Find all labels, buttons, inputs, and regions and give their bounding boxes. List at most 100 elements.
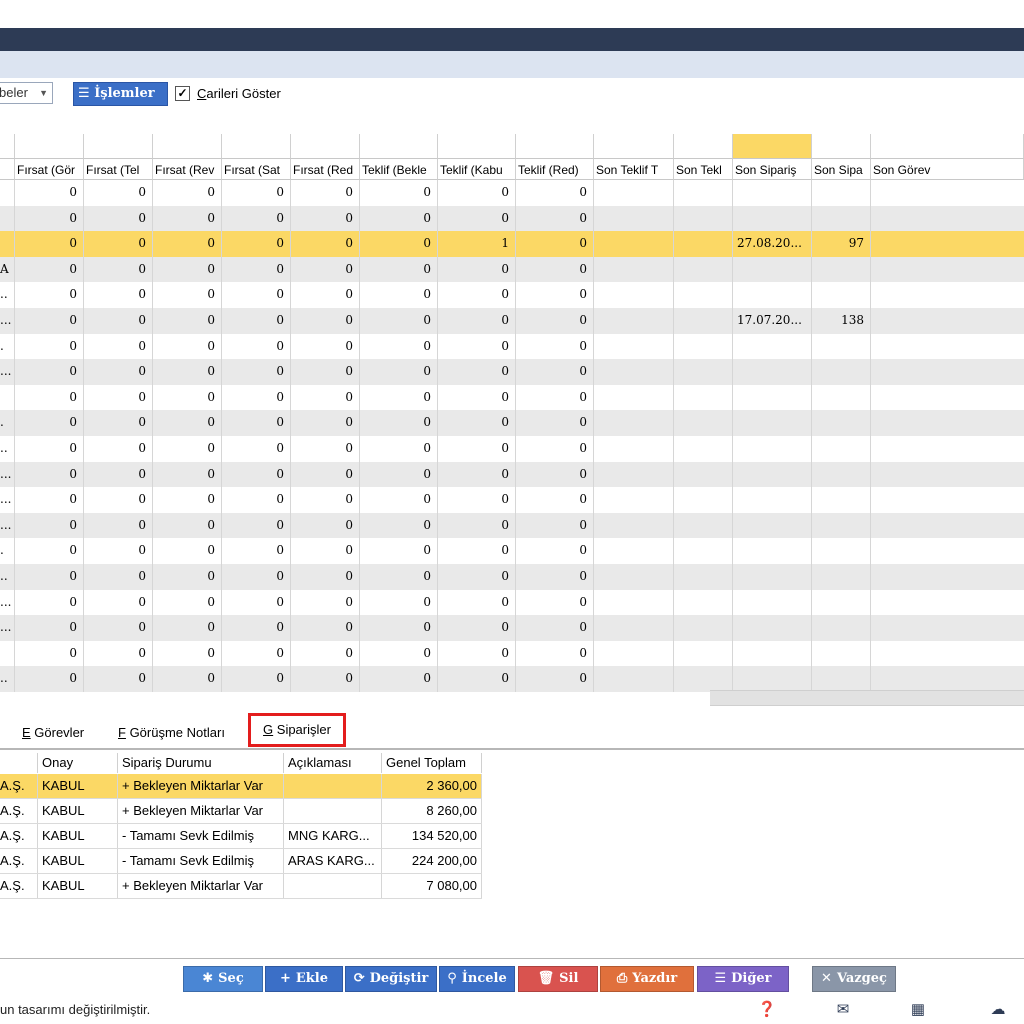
column-header[interactable]: Teklif (Kabu xyxy=(438,158,516,180)
column-header[interactable]: Son Görev xyxy=(871,158,1024,180)
orders-header[interactable]: Onay xyxy=(38,753,118,773)
filter-combo[interactable]: beler ▼ xyxy=(0,82,53,104)
table-cell: 0 xyxy=(291,538,360,564)
orders-header[interactable]: Açıklaması xyxy=(284,753,382,773)
table-cell xyxy=(594,180,674,206)
table-row[interactable]: 00000000 xyxy=(0,180,1024,206)
table-cell: 0 xyxy=(153,640,222,667)
column-header[interactable]: Son Sipa xyxy=(812,158,871,180)
column-header[interactable]: Fırsat (Tel xyxy=(84,158,153,180)
help-icon[interactable]: ❓ xyxy=(757,1000,777,1020)
table-cell: 0 xyxy=(360,512,438,539)
table-row[interactable]: ... 0 0 0 0 0 0 0 0 xyxy=(0,359,1024,385)
table-row[interactable]: ... 0 0 0 0 0 0 0 0 xyxy=(0,512,1024,539)
table-cell: 0 xyxy=(360,436,438,462)
last-order-no-cell xyxy=(812,282,871,308)
islemler-button[interactable]: ☰ İşlemler xyxy=(73,82,168,106)
table-row[interactable]: .00000000 xyxy=(0,538,1024,564)
row-lead-cell: . xyxy=(0,410,15,436)
table-cell: 0 xyxy=(222,180,291,206)
table-cell: 0 xyxy=(438,282,516,308)
column-header[interactable]: Fırsat (Sat xyxy=(222,158,291,180)
table-cell: 0 xyxy=(84,512,153,539)
select-button[interactable]: ✱ Seç xyxy=(183,966,263,992)
table-cell: 0 xyxy=(360,666,438,692)
orders-header[interactable] xyxy=(0,753,38,773)
table-row[interactable]: .. 0 0 0 0 0 0 0 0 xyxy=(0,564,1024,590)
table-cell: 0 xyxy=(153,589,222,616)
column-header[interactable]: Fırsat (Gör xyxy=(15,158,84,180)
add-button[interactable]: + Ekle xyxy=(265,966,343,992)
last-order-no-cell xyxy=(812,538,871,564)
table-row[interactable]: .00000000 xyxy=(0,410,1024,436)
table-cell xyxy=(594,205,674,232)
islemler-label: İşlemler xyxy=(94,86,155,101)
tab-gorusme-notlari[interactable]: F Görüşme Notları xyxy=(118,721,225,745)
table-row[interactable]: .. 0 0 0 0 0 0 0 0 xyxy=(0,436,1024,462)
table-cell: 0 xyxy=(153,333,222,360)
table-cell: 0 xyxy=(153,256,222,283)
tab-siparisler[interactable]: G Siparişler xyxy=(248,713,346,747)
order-row[interactable]: A.Ş. KABUL - Tamamı Sevk Edilmiş MNG KARG..… xyxy=(0,824,482,849)
table-cell: 0 xyxy=(84,589,153,616)
order-row[interactable]: A.Ş. KABUL + Bekleyen Miktarlar Var 8 260,0… xyxy=(0,799,482,824)
column-header[interactable]: Son Tekl xyxy=(674,158,733,180)
table-cell: 0 xyxy=(360,538,438,564)
table-row[interactable]: 00000000 xyxy=(0,205,1024,232)
order-row[interactable]: A.Ş. KABUL - Tamamı Sevk Edilmiş ARAS KARG.… xyxy=(0,849,482,874)
orders-header[interactable]: Genel Toplam xyxy=(382,753,482,773)
table-row[interactable]: .. 0 0 0 0 0 0 0 0 xyxy=(0,666,1024,692)
column-header[interactable]: Fırsat (Red xyxy=(291,158,360,180)
table-row[interactable]: 00000000 xyxy=(0,384,1024,411)
table-cell: 0 xyxy=(291,461,360,488)
table-row[interactable]: A00000000 xyxy=(0,256,1024,283)
table-cell xyxy=(674,461,733,488)
table-row[interactable]: .. 0 0 0 0 0 0 0 0 xyxy=(0,282,1024,308)
table-row[interactable]: ... 0 0 0 0 0 0 0 0 xyxy=(0,461,1024,488)
inspect-button[interactable]: ⚲ İncele xyxy=(439,966,515,992)
last-order-date-cell xyxy=(733,538,812,564)
table-cell xyxy=(594,564,674,590)
orders-header[interactable]: Sipariş Durumu xyxy=(118,753,284,773)
table-row[interactable]: ... 0 0 0 0 0 0 0 0 xyxy=(0,615,1024,641)
table-cell xyxy=(594,538,674,564)
column-header[interactable] xyxy=(0,158,15,180)
more-button[interactable]: ☰ Diğer xyxy=(697,966,789,992)
table-cell: 0 xyxy=(516,487,594,513)
table-cell xyxy=(594,666,674,692)
table-cell: 0 xyxy=(222,640,291,667)
table-cell: 0 xyxy=(516,666,594,692)
table-row[interactable]: .00000000 xyxy=(0,333,1024,360)
column-header[interactable]: Fırsat (Rev xyxy=(153,158,222,180)
column-header[interactable]: Son Sipariş xyxy=(733,158,812,180)
order-row[interactable]: A.Ş. KABUL + Bekleyen Miktarlar Var 7 080,0… xyxy=(0,874,482,899)
table-row[interactable]: ... 0 0 0 0 0 0 0 0 xyxy=(0,487,1024,513)
cloud-icon[interactable]: ☁ xyxy=(988,1000,1008,1020)
table-row[interactable]: 00000000 xyxy=(0,640,1024,667)
table-cell: 0 xyxy=(84,487,153,513)
order-row[interactable]: A.Ş. KABUL + Bekleyen Miktarlar Var 2 360,0… xyxy=(0,774,482,799)
table-row[interactable]: ... 0 0 0 0 0 0 0 0 17.07.20... 138 xyxy=(0,308,1024,334)
table-cell: 0 xyxy=(516,564,594,590)
tab-gorevler[interactable]: E Görevler xyxy=(22,721,84,745)
edit-button[interactable]: ⟳ Değiştir xyxy=(345,966,437,992)
table-cell: 0 xyxy=(516,359,594,385)
delete-button[interactable]: 🗑 Sil xyxy=(518,966,598,992)
table-cell xyxy=(594,231,674,257)
table-row[interactable]: ... 0 0 0 0 0 0 0 0 xyxy=(0,589,1024,616)
horizontal-scrollbar[interactable] xyxy=(710,690,1024,706)
table-row[interactable]: 0 0 0 0 0 0 1 0 27.08.20... 97 xyxy=(0,231,1024,257)
table-cell: 0 xyxy=(291,282,360,308)
show-accounts-checkbox[interactable]: ✓ xyxy=(175,86,190,101)
calculator-icon[interactable]: ▦ xyxy=(908,1000,928,1020)
more-icon: ☰ xyxy=(714,971,727,986)
column-header[interactable]: Teklif (Red) xyxy=(516,158,594,180)
table-cell: 0 xyxy=(516,410,594,436)
column-header[interactable]: Son Teklif T xyxy=(594,158,674,180)
column-header[interactable]: Teklif (Bekle xyxy=(360,158,438,180)
cancel-button[interactable]: ✕ Vazgeç xyxy=(812,966,896,992)
table-cell: 0 xyxy=(516,282,594,308)
table-cell: 0 xyxy=(291,615,360,641)
print-button[interactable]: ⎙ Yazdır xyxy=(600,966,694,992)
mail-icon[interactable]: ✉ xyxy=(833,1000,853,1020)
